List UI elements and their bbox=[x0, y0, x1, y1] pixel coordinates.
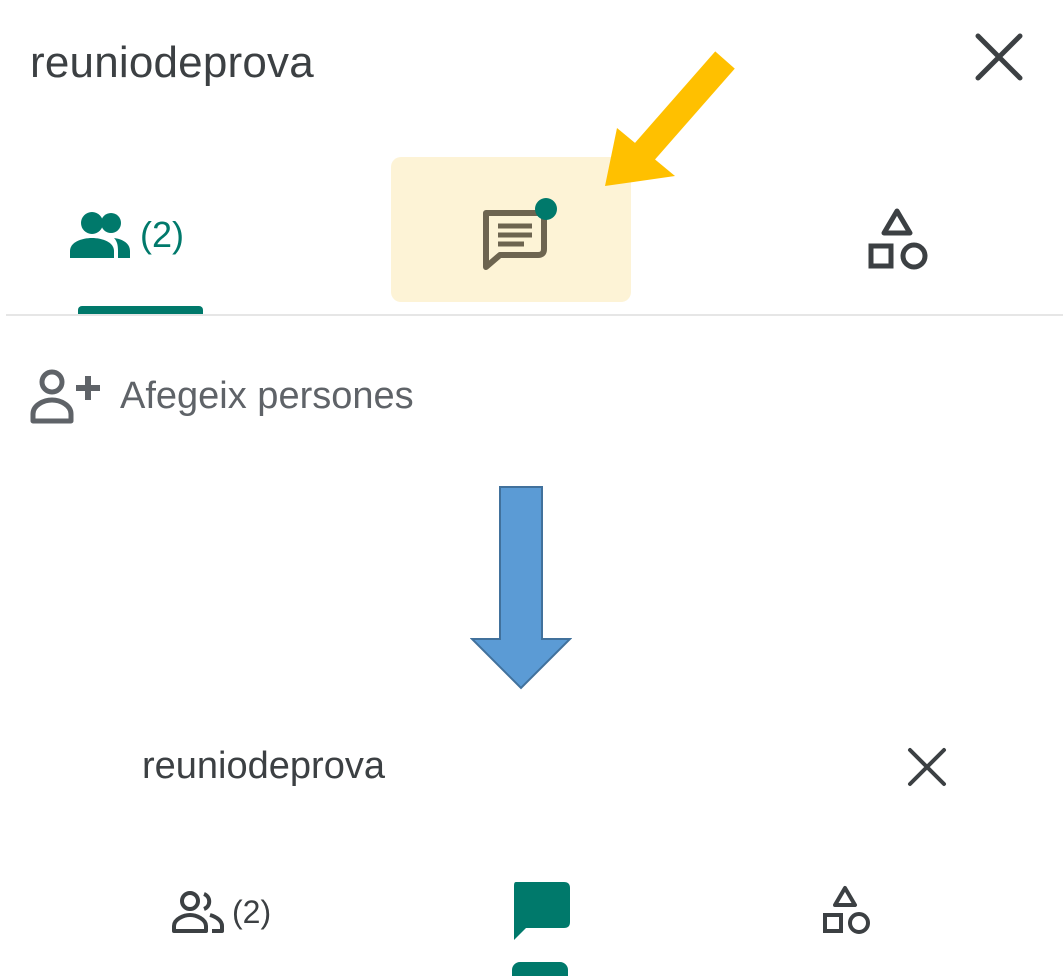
tab-divider bbox=[6, 314, 1063, 316]
meeting-details-title: reuniodeprova bbox=[30, 38, 314, 87]
add-person-icon bbox=[30, 369, 100, 424]
chat-filled-icon bbox=[514, 882, 570, 940]
meeting-details-title-after: reuniodeprova bbox=[142, 745, 385, 787]
tab-activities-after[interactable] bbox=[817, 883, 873, 939]
close-button-after[interactable] bbox=[904, 744, 950, 790]
chat-icon bbox=[483, 198, 557, 270]
tab-people[interactable]: (2) bbox=[70, 200, 184, 270]
close-icon bbox=[908, 748, 946, 786]
close-button[interactable] bbox=[972, 30, 1026, 84]
top-panel: reuniodeprova (2) Afegeix persones bbox=[0, 0, 1063, 440]
tab-chat-after[interactable] bbox=[508, 882, 572, 940]
notification-dot bbox=[535, 198, 557, 220]
tab-activities[interactable] bbox=[862, 205, 932, 275]
tab-chat[interactable] bbox=[478, 195, 562, 275]
participant-count: (2) bbox=[140, 214, 184, 255]
people-icon bbox=[70, 212, 130, 258]
participant-count-after: (2) bbox=[232, 893, 272, 930]
add-people-button[interactable]: Afegeix persones bbox=[30, 368, 414, 424]
active-tab-indicator bbox=[78, 306, 203, 314]
activities-icon bbox=[868, 208, 928, 270]
transition-arrow bbox=[470, 486, 572, 690]
activities-icon bbox=[823, 886, 870, 934]
tab-people-after[interactable]: (2) bbox=[172, 884, 271, 940]
pointer-arrow bbox=[605, 51, 735, 186]
people-outline-icon bbox=[172, 891, 224, 933]
active-tab-indicator-after bbox=[512, 962, 568, 976]
close-icon bbox=[975, 33, 1023, 81]
add-people-label: Afegeix persones bbox=[120, 374, 414, 417]
